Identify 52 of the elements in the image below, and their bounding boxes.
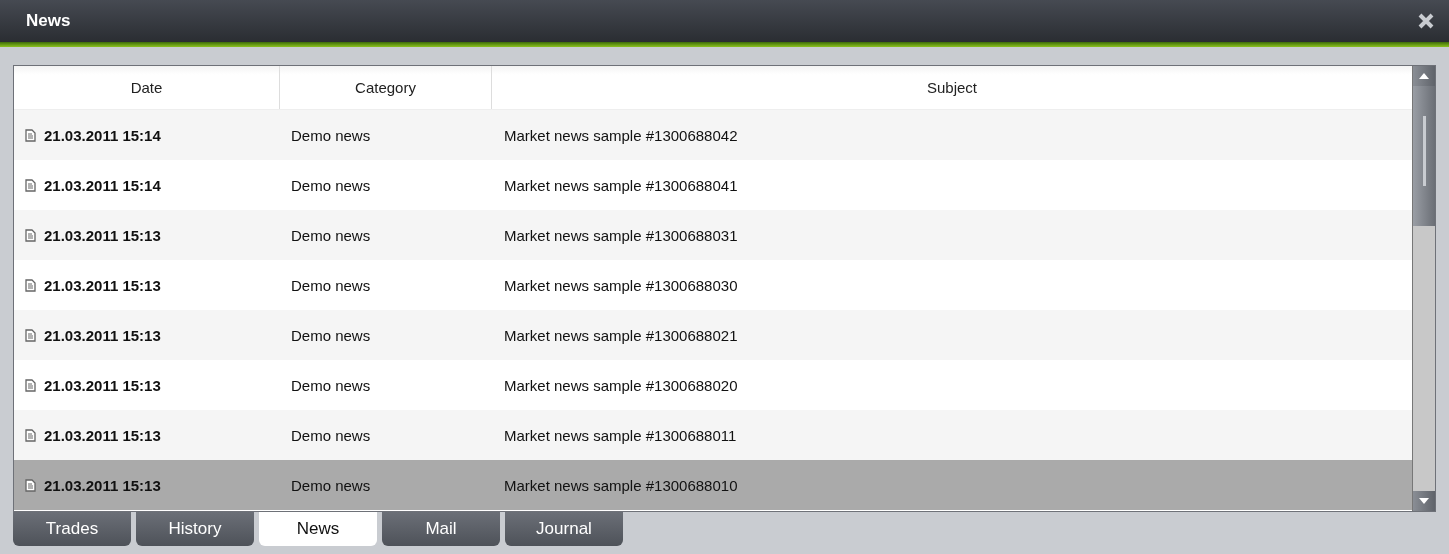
scroll-up-button[interactable] xyxy=(1413,66,1435,86)
date-text: 21.03.2011 15:14 xyxy=(44,126,161,144)
column-header[interactable]: Date xyxy=(14,66,280,109)
document-icon xyxy=(25,278,36,292)
subject-cell-text: Market news sample #1300688021 xyxy=(503,326,739,344)
date-text: 21.03.2011 15:13 xyxy=(44,226,161,244)
date-text: 21.03.2011 15:13 xyxy=(44,476,161,494)
category-cell-text: Demo news xyxy=(290,426,372,444)
subject-cell-text: Market news sample #1300688041 xyxy=(503,176,739,194)
document-icon xyxy=(25,178,36,192)
category-cell-text: Demo news xyxy=(290,176,372,194)
document-icon xyxy=(25,378,36,392)
date-text: 21.03.2011 15:13 xyxy=(44,426,161,444)
subject-cell-text: Market news sample #1300688031 xyxy=(503,226,739,244)
subject-cell-text: Market news sample #1300688020 xyxy=(503,376,739,394)
category-cell-text: Demo news xyxy=(290,226,372,244)
tab[interactable]: Journal xyxy=(505,512,623,546)
scroll-down-button[interactable] xyxy=(1413,491,1435,511)
category-cell-text: Demo news xyxy=(290,326,372,344)
document-icon xyxy=(25,228,36,242)
date-text: 21.03.2011 15:13 xyxy=(44,276,161,294)
date-text: 21.03.2011 15:13 xyxy=(44,326,161,344)
tab[interactable]: Trades xyxy=(13,512,131,546)
category-cell-text: Demo news xyxy=(290,126,372,144)
date-text: 21.03.2011 15:14 xyxy=(44,176,161,194)
category-cell-text: Demo news xyxy=(290,376,372,394)
table-row[interactable]: 21.03.2011 15:14 Demo news Market news sample #1300688042 xyxy=(14,110,1412,160)
document-icon xyxy=(25,428,36,442)
tab[interactable]: Mail xyxy=(382,512,500,546)
subject-cell-text: Market news sample #1300688011 xyxy=(503,426,738,444)
table-row[interactable]: 21.03.2011 15:13 Demo news Market news sample #1300688031 xyxy=(14,210,1412,260)
table-row[interactable]: 21.03.2011 15:13 Demo news Market news sample #1300688021 xyxy=(14,310,1412,360)
up-arrow-icon xyxy=(1419,73,1429,79)
window-title: News xyxy=(26,11,71,31)
scroll-thumb[interactable] xyxy=(1413,86,1435,226)
tab[interactable]: News xyxy=(259,512,377,546)
close-icon xyxy=(1417,12,1435,30)
document-icon xyxy=(25,478,36,492)
document-icon xyxy=(25,328,36,342)
table-row[interactable]: 21.03.2011 15:13 Demo news Market news sample #1300688011 xyxy=(14,410,1412,460)
date-text: 21.03.2011 15:13 xyxy=(44,376,161,394)
tab[interactable]: History xyxy=(136,512,254,546)
column-header[interactable]: Category xyxy=(280,66,492,109)
down-arrow-icon xyxy=(1419,498,1429,504)
subject-cell-text: Market news sample #1300688030 xyxy=(503,276,739,294)
subject-cell-text: Market news sample #1300688010 xyxy=(503,476,739,494)
category-cell-text: Demo news xyxy=(290,276,372,294)
scrollbar[interactable] xyxy=(1412,66,1435,511)
table-row[interactable]: 21.03.2011 15:13 Demo news Market news sample #1300688010 xyxy=(14,460,1412,510)
subject-cell-text: Market news sample #1300688042 xyxy=(503,126,739,144)
document-icon xyxy=(25,128,36,142)
category-cell-text: Demo news xyxy=(290,476,372,494)
